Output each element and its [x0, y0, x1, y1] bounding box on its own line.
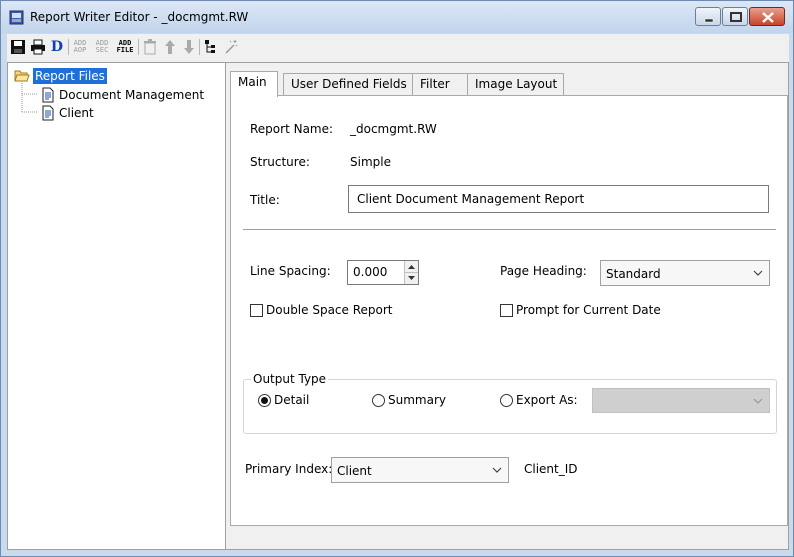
chevron-down-icon — [753, 270, 763, 276]
radio-summary[interactable] — [372, 394, 385, 407]
radio-detail-label: Detail — [274, 393, 310, 407]
radio-detail[interactable] — [258, 394, 271, 407]
toolbar: D ADD AOP ADD SEC ADD FILE — [7, 34, 789, 62]
line-spacing-value: 0.000 — [353, 265, 388, 279]
report-writer-window: Report Writer Editor - _docmgmt.RW D ADD… — [0, 0, 794, 557]
title-bar[interactable]: Report Writer Editor - _docmgmt.RW — [1, 1, 793, 33]
double-space-label: Double Space Report — [266, 303, 393, 317]
radio-summary-label: Summary — [388, 393, 446, 407]
page-footer-area — [230, 526, 788, 548]
add-sec-icon[interactable]: ADD SEC — [93, 37, 111, 57]
minimize-button[interactable] — [695, 7, 721, 26]
delete-icon[interactable] — [141, 37, 159, 57]
tree-label: Report Files — [33, 67, 107, 84]
line-spacing-label: Line Spacing: — [250, 264, 331, 278]
chevron-down-icon — [492, 467, 502, 473]
divider — [243, 229, 776, 230]
line-spacing-stepper[interactable]: 0.000 — [347, 260, 419, 285]
add-aop-icon[interactable]: ADD AOP — [71, 37, 89, 57]
main-tab-page: Report Name: _docmgmt.RW Structure: Simp… — [230, 95, 788, 526]
chevron-up-icon — [408, 265, 415, 269]
maximize-button[interactable] — [722, 7, 748, 26]
chevron-down-icon — [408, 275, 415, 280]
primary-index-value: Client — [337, 464, 372, 478]
title-label: Title: — [250, 193, 280, 207]
primary-index-select[interactable]: Client — [331, 457, 509, 483]
page-heading-label: Page Heading: — [500, 264, 587, 278]
tree-view-icon[interactable] — [203, 37, 219, 57]
prompt-date-label: Prompt for Current Date — [516, 303, 661, 317]
tree-item-client[interactable]: Client — [40, 104, 94, 121]
tab-main[interactable]: Main — [230, 71, 278, 97]
export-as-select[interactable] — [592, 388, 770, 413]
structure-label: Structure: — [250, 155, 310, 169]
tab-filter[interactable]: Filter — [412, 73, 468, 96]
title-input[interactable]: Client Document Management Report — [348, 185, 769, 213]
tab-image-layout[interactable]: Image Layout — [467, 73, 564, 96]
page-heading-select[interactable]: Standard — [600, 260, 770, 286]
content-area: Report Files Document Management Client … — [7, 62, 789, 550]
document-icon — [42, 87, 54, 102]
app-icon — [9, 10, 24, 25]
double-space-checkbox[interactable] — [250, 304, 263, 317]
tree-label: Document Management — [59, 87, 205, 102]
page-heading-value: Standard — [606, 267, 661, 281]
window-title: Report Writer Editor - _docmgmt.RW — [30, 10, 249, 24]
report-name-label: Report Name: — [250, 122, 334, 136]
prompt-date-checkbox[interactable] — [500, 304, 513, 317]
radio-export-as-label: Export As: — [516, 393, 578, 407]
chevron-down-icon — [753, 398, 763, 404]
tree-item-document-management[interactable]: Document Management — [40, 86, 204, 103]
magic-wand-icon[interactable] — [223, 37, 239, 57]
arrow-up-icon[interactable] — [162, 37, 178, 57]
primary-index-field: Client_ID — [524, 462, 578, 476]
report-tree[interactable]: Report Files Document Management Client — [8, 63, 226, 549]
print-icon[interactable] — [29, 37, 47, 57]
d-icon[interactable]: D — [49, 37, 65, 57]
radio-export-as[interactable] — [500, 394, 513, 407]
tree-label: Client — [59, 105, 94, 120]
add-file-icon[interactable]: ADD FILE — [115, 37, 135, 57]
close-icon — [762, 12, 774, 23]
save-icon[interactable] — [9, 37, 27, 57]
tab-user-defined-fields[interactable]: User Defined Fields — [283, 73, 413, 96]
output-type-title: Output Type — [251, 372, 329, 386]
structure-value: Simple — [350, 155, 391, 169]
report-name-value: _docmgmt.RW — [350, 122, 437, 136]
document-icon — [42, 105, 54, 120]
tree-item-report-files[interactable]: Report Files — [14, 67, 107, 84]
spin-down-button[interactable] — [405, 272, 418, 284]
folder-open-icon — [14, 70, 30, 81]
primary-index-label: Primary Index: — [245, 462, 333, 476]
arrow-down-icon[interactable] — [181, 37, 197, 57]
close-button[interactable] — [749, 7, 785, 26]
spin-up-button[interactable] — [405, 261, 418, 273]
